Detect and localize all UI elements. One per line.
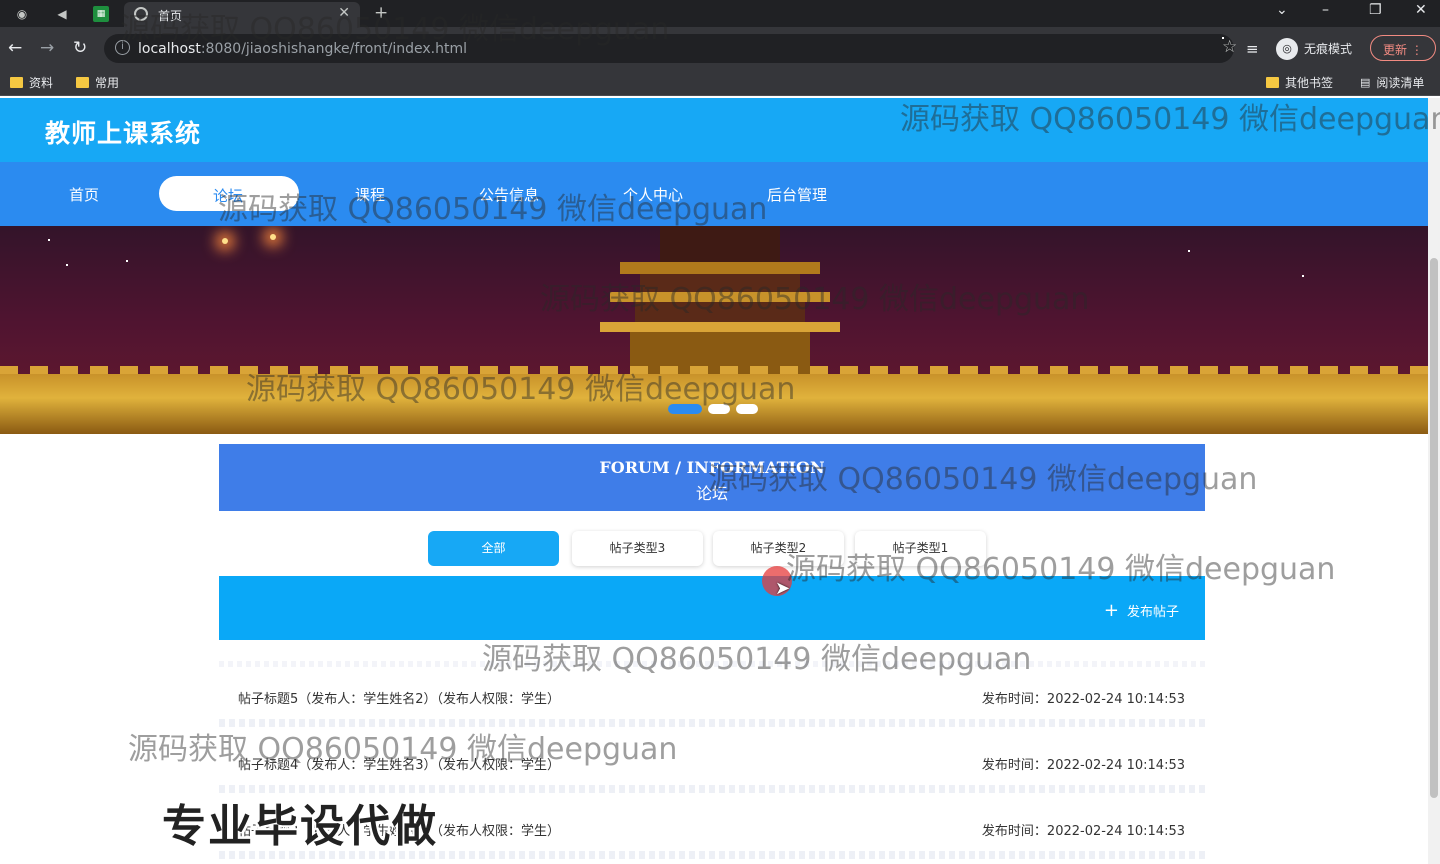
- divider: [219, 661, 1205, 667]
- forum-title-en: FORUM / INFORMATION: [599, 458, 825, 477]
- info-icon[interactable]: i: [115, 40, 130, 55]
- incognito-label: 无痕模式: [1304, 42, 1353, 56]
- tower-image: [600, 226, 840, 376]
- close-window-button[interactable]: ✕: [1415, 2, 1427, 18]
- browser-tab[interactable]: 首页 ✕: [124, 2, 360, 27]
- mouse-pointer-icon: ➤: [775, 578, 791, 599]
- banner-carousel[interactable]: [0, 226, 1428, 434]
- firework: [270, 234, 276, 240]
- reading-list-icon: ▤: [1360, 76, 1371, 89]
- carousel-indicators: [668, 404, 758, 414]
- browser-titlebar: ◉ ◀ ▦ 首页 ✕ + ⌄ – ❐ ✕: [0, 0, 1440, 27]
- star: [1302, 275, 1304, 277]
- star: [1188, 250, 1190, 252]
- browser-menu-icon[interactable]: ◉: [14, 6, 30, 22]
- nav-home[interactable]: 首页: [69, 184, 99, 205]
- folder-icon: [10, 77, 23, 88]
- forward-icon[interactable]: →: [40, 38, 54, 58]
- scrollbar-thumb[interactable]: [1430, 258, 1438, 798]
- star: [48, 239, 50, 241]
- post-toolbar: + 发布帖子: [219, 576, 1205, 640]
- reading-list[interactable]: ▤ 阅读清单: [1360, 74, 1424, 91]
- promo-overlay: 专业毕设代做: [162, 801, 438, 852]
- bookmark-folder[interactable]: 常用: [76, 74, 119, 91]
- nav-announcements[interactable]: 公告信息: [479, 184, 539, 205]
- nav-forum[interactable]: 论坛: [213, 185, 243, 206]
- bookmarks-bar: 资料 常用 其他书签 ▤ 阅读清单: [0, 70, 1440, 96]
- sheets-icon[interactable]: ▦: [93, 6, 109, 22]
- incognito-icon: ◎: [1276, 37, 1298, 60]
- url-text[interactable]: localhost:8080/jiaoshishangke/front/inde…: [138, 41, 467, 57]
- post-time: 发布时间：2022-02-24 10:14:53: [981, 758, 1185, 773]
- incognito-indicator[interactable]: ◎ 无痕模式: [1276, 37, 1352, 60]
- nav-admin[interactable]: 后台管理: [767, 184, 827, 205]
- carousel-dot[interactable]: [736, 404, 758, 414]
- filter-all[interactable]: 全部: [428, 531, 559, 566]
- folder-icon: [1266, 77, 1279, 88]
- bookmark-folder[interactable]: 其他书签: [1266, 74, 1333, 91]
- folder-icon: [76, 77, 89, 88]
- post-item[interactable]: 帖子标题4（发布人：学生姓名3）（发布人权限：学生） 发布时间：2022-02-…: [219, 727, 1205, 793]
- filter-type2[interactable]: 帖子类型2: [713, 531, 844, 566]
- page-scrollbar[interactable]: [1428, 98, 1440, 864]
- nav-courses[interactable]: 课程: [355, 184, 385, 205]
- publish-post-button[interactable]: + 发布帖子: [1104, 601, 1179, 620]
- star: [126, 260, 128, 262]
- reading-mode-icon[interactable]: ≡: [1246, 40, 1259, 58]
- site-header: 教师上课系统: [0, 98, 1428, 162]
- new-tab-button[interactable]: +: [374, 3, 388, 23]
- filter-type1[interactable]: 帖子类型1: [855, 531, 986, 566]
- carousel-dot[interactable]: [708, 404, 730, 414]
- close-tab-icon[interactable]: ✕: [338, 5, 350, 21]
- forum-section-header: FORUM / INFORMATION 论坛: [219, 444, 1205, 511]
- filter-type3[interactable]: 帖子类型3: [572, 531, 703, 566]
- star: [66, 264, 68, 266]
- tab-search-icon[interactable]: ⌄: [1276, 2, 1288, 18]
- post-time: 发布时间：2022-02-24 10:14:53: [981, 692, 1185, 707]
- restore-button[interactable]: ❐: [1369, 2, 1382, 18]
- site-title: 教师上课系统: [45, 119, 202, 148]
- screen: ◉ ◀ ▦ 首页 ✕ + ⌄ – ❐ ✕ ← → ↻ i localhost:8…: [0, 0, 1440, 864]
- bookmark-folder[interactable]: 资料: [10, 74, 53, 91]
- post-item[interactable]: 帖子标题5（发布人：学生姓名2）（发布人权限：学生） 发布时间：2022-02-…: [219, 661, 1205, 727]
- nav-profile[interactable]: 个人中心: [623, 184, 683, 205]
- minimize-button[interactable]: –: [1322, 2, 1329, 18]
- back-icon[interactable]: ←: [8, 38, 22, 58]
- divider: [219, 719, 1205, 727]
- carousel-dot[interactable]: [668, 404, 702, 414]
- firework: [222, 238, 228, 244]
- update-button[interactable]: 更新 ⋮: [1370, 35, 1436, 61]
- mute-icon[interactable]: ◀: [54, 6, 70, 22]
- post-title[interactable]: 帖子标题5（发布人：学生姓名2）（发布人权限：学生）: [238, 688, 560, 707]
- globe-icon: [134, 7, 148, 21]
- reload-icon[interactable]: ↻: [73, 38, 87, 58]
- plus-icon: +: [1103, 599, 1119, 621]
- forum-title-cn: 论坛: [695, 484, 728, 503]
- post-title[interactable]: 帖子标题4（发布人：学生姓名3）（发布人权限：学生）: [238, 754, 560, 773]
- publish-post-label: 发布帖子: [1126, 605, 1179, 620]
- tab-title: 首页: [158, 9, 183, 23]
- post-time: 发布时间：2022-02-24 10:14:53: [981, 824, 1185, 839]
- bookmark-star-icon[interactable]: ☆: [1222, 37, 1237, 57]
- address-bar[interactable]: i localhost:8080/jiaoshishangke/front/in…: [104, 34, 1237, 63]
- nav-forum-active[interactable]: 论坛: [159, 176, 299, 211]
